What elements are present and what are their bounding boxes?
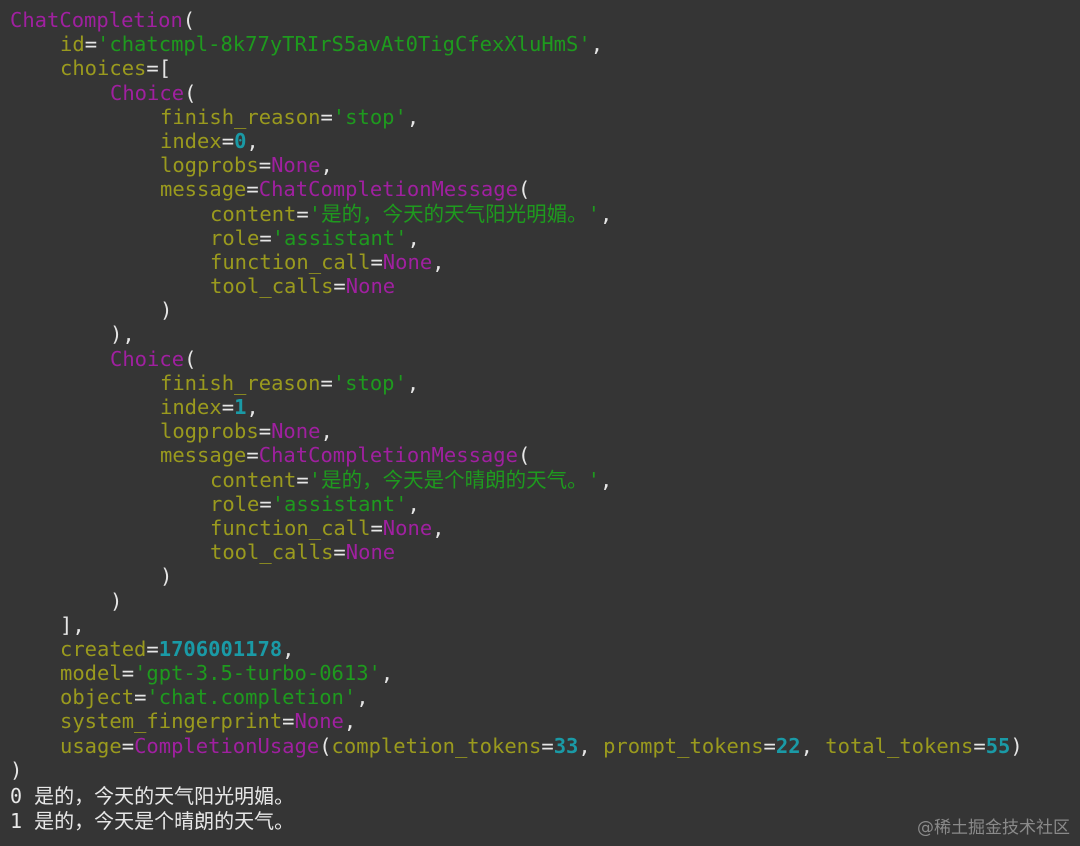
field-key: tool_calls xyxy=(210,540,334,565)
code-line: tool_calls=None xyxy=(210,540,396,565)
field-key: index xyxy=(160,395,222,419)
field-value: None xyxy=(294,709,344,734)
field-value: 'assistant' xyxy=(271,225,408,250)
field-value: None xyxy=(345,540,396,565)
code-line: ) xyxy=(10,757,23,782)
class-name: Choice xyxy=(110,346,185,371)
field-key: content xyxy=(210,201,297,226)
field-key: id xyxy=(60,32,85,57)
code-line: ) xyxy=(160,564,173,589)
class-name: ChatCompletionMessage xyxy=(258,177,518,202)
code-line: function_call=None, xyxy=(210,249,445,274)
code-line: usage=CompletionUsage(completion_tokens=… xyxy=(60,733,1023,758)
output-line: 1 是的，今天是个晴朗的天气。 xyxy=(10,809,295,833)
field-value: None xyxy=(345,274,396,299)
field-value: 'chat.completion' xyxy=(146,685,357,710)
field-value: None xyxy=(382,515,433,540)
code-line: tool_calls=None xyxy=(210,274,396,299)
field-value: 'chatcmpl-8k77yTRIrS5avAt0TigCfexXluHmS' xyxy=(97,32,591,57)
class-name: ChatCompletionMessage xyxy=(258,443,518,468)
field-value: 1 xyxy=(234,395,247,419)
field-value: None xyxy=(271,153,321,178)
field-value: 0 xyxy=(234,128,247,153)
code-line: content='是的，今天的天气阳光明媚。', xyxy=(210,201,613,226)
code-line: id='chatcmpl-8k77yTRIrS5avAt0TigCfexXluH… xyxy=(60,32,604,57)
code-line: created=1706001178, xyxy=(60,636,295,661)
code-line: ], xyxy=(60,612,85,637)
field-key: model xyxy=(60,661,122,686)
code-line: model='gpt-3.5-turbo-0613', xyxy=(60,661,394,686)
field-key: object xyxy=(60,685,135,710)
field-key: role xyxy=(210,225,260,250)
code-line: Choice( xyxy=(110,346,197,371)
field-value: 'stop' xyxy=(332,370,407,395)
field-key: created xyxy=(60,636,147,661)
field-key: choices xyxy=(60,56,147,81)
field-key: logprobs xyxy=(160,419,259,444)
code-line: ChatCompletion( xyxy=(10,8,196,32)
field-key: system_fingerprint xyxy=(60,709,283,734)
field-key: index xyxy=(160,128,222,153)
field-value: '是的，今天是个晴朗的天气。' xyxy=(308,467,600,492)
field-key: total_tokens xyxy=(825,733,974,758)
field-value: 'stop' xyxy=(332,104,407,129)
field-value: '是的，今天的天气阳光明媚。' xyxy=(308,201,600,226)
output-line: 0 是的，今天的天气阳光明媚。 xyxy=(10,784,295,808)
terminal-output: ChatCompletion( id='chatcmpl-8k77yTRIrS5… xyxy=(0,0,1080,846)
field-key: finish_reason xyxy=(160,370,321,395)
field-key: role xyxy=(210,491,260,516)
code-line: ) xyxy=(110,588,123,613)
field-key: completion_tokens xyxy=(331,733,542,758)
code-line: object='chat.completion', xyxy=(60,685,369,710)
field-key: usage xyxy=(60,733,122,758)
field-key: function_call xyxy=(210,249,371,274)
code-line: message=ChatCompletionMessage( xyxy=(160,443,531,468)
code-line: Choice( xyxy=(110,80,197,105)
field-value: None xyxy=(382,249,433,274)
code-line: logprobs=None, xyxy=(160,419,333,444)
code-line: finish_reason='stop', xyxy=(160,370,420,395)
print-output: 0 是的，今天的天气阳光明媚。 1 是的，今天是个晴朗的天气。 xyxy=(10,784,294,834)
field-value: 'assistant' xyxy=(271,491,408,516)
code-line: choices=[ xyxy=(60,56,172,81)
code-line: ), xyxy=(110,322,135,347)
field-value: 55 xyxy=(985,733,1011,758)
field-key: message xyxy=(160,443,247,468)
code-line: finish_reason='stop', xyxy=(160,104,420,129)
code-line: logprobs=None, xyxy=(160,153,333,178)
field-value: None xyxy=(271,419,321,444)
code-line: message=ChatCompletionMessage( xyxy=(160,177,531,202)
watermark: @稀土掘金技术社区 xyxy=(917,818,1070,838)
field-key: prompt_tokens xyxy=(603,733,764,758)
field-value: 'gpt-3.5-turbo-0613' xyxy=(134,661,381,686)
class-name: CompletionUsage xyxy=(134,733,320,758)
code-line: content='是的，今天是个晴朗的天气。', xyxy=(210,467,613,492)
field-value: 1706001178 xyxy=(158,636,283,661)
code-line: index=0, xyxy=(160,128,259,153)
code-line: system_fingerprint=None, xyxy=(60,709,357,734)
code-line: role='assistant', xyxy=(210,491,420,516)
field-value: 22 xyxy=(775,733,801,758)
repr-block: ChatCompletion( id='chatcmpl-8k77yTRIrS5… xyxy=(10,8,1023,782)
code-line: index=1, xyxy=(160,395,259,419)
code-line: ) xyxy=(160,298,173,323)
class-name: ChatCompletion xyxy=(10,8,183,32)
code-line: function_call=None, xyxy=(210,515,445,540)
field-key: message xyxy=(160,177,247,202)
field-key: content xyxy=(210,467,297,492)
field-key: tool_calls xyxy=(210,274,334,299)
field-key: logprobs xyxy=(160,153,259,178)
field-key: finish_reason xyxy=(160,104,321,129)
field-value: 33 xyxy=(553,733,579,758)
code-line: role='assistant', xyxy=(210,225,420,250)
field-key: function_call xyxy=(210,515,371,540)
class-name: Choice xyxy=(110,80,185,105)
